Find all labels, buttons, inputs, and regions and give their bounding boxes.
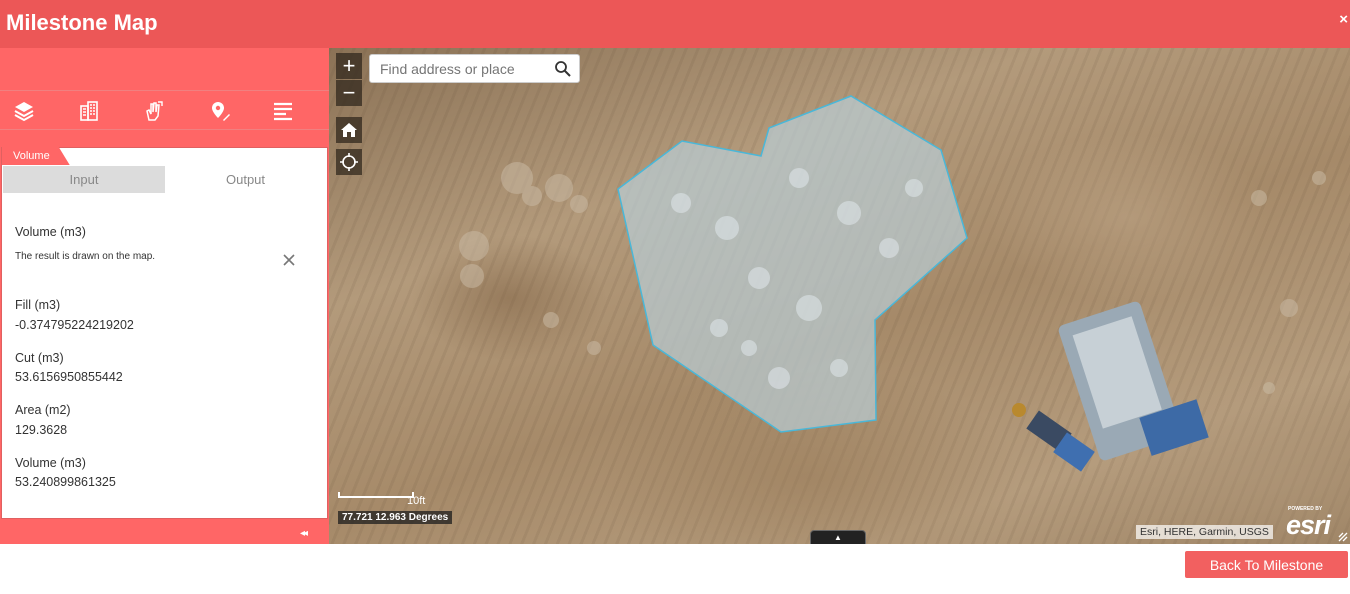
coordinates-readout: 77.721 12.963 Degrees xyxy=(338,511,453,524)
fill-label: Fill (m3) xyxy=(15,298,61,312)
widget-toolbar xyxy=(0,90,329,130)
aerial-imagery xyxy=(459,95,1326,472)
zoom-in-button[interactable]: + xyxy=(336,53,362,79)
dump-truck xyxy=(1058,301,1209,461)
panel-subtabs: Input Output xyxy=(3,166,326,193)
panel-tab-volume[interactable]: Volume xyxy=(2,147,70,165)
area-value: 129.3628 xyxy=(15,423,68,437)
clear-result-icon[interactable] xyxy=(281,252,297,268)
home-button[interactable] xyxy=(336,117,362,143)
result-note: The result is drawn on the map. xyxy=(15,251,156,262)
volume-panel: Volume Input Output Volume (m3) The resu… xyxy=(1,147,328,519)
search-icon[interactable] xyxy=(554,60,572,78)
app-title: Milestone Map xyxy=(6,10,158,35)
tab-input[interactable]: Input xyxy=(3,166,165,193)
map-attribution: Esri, HERE, Garmin, USGS xyxy=(1136,525,1273,539)
map-view[interactable]: + − 10ft 77.721 12.963 Degrees Esri, HER… xyxy=(329,48,1350,544)
expand-panel-button[interactable]: ▲ xyxy=(810,530,866,544)
locate-icon xyxy=(340,153,358,171)
list-icon[interactable] xyxy=(269,97,297,125)
volume-polygon[interactable] xyxy=(617,95,968,433)
volume-label: Volume (m3) xyxy=(15,456,86,470)
layers-icon[interactable] xyxy=(10,97,38,125)
cut-label: Cut (m3) xyxy=(15,351,64,365)
collapse-sidebar-button[interactable]: ◂◂ xyxy=(300,528,308,539)
esri-wordmark: esri xyxy=(1286,510,1331,540)
fill-value: -0.374795224219202 xyxy=(15,318,134,332)
pin-edit-icon[interactable] xyxy=(206,97,234,125)
back-to-milestone-button[interactable]: Back To Milestone xyxy=(1185,551,1348,578)
measure-hand-icon[interactable] xyxy=(139,97,167,125)
excavator xyxy=(1012,403,1095,472)
cut-value: 53.6156950855442 xyxy=(15,370,123,384)
resize-icon[interactable] xyxy=(1337,530,1349,542)
result-heading: Volume (m3) xyxy=(15,225,86,239)
sidebar: Volume Input Output Volume (m3) The resu… xyxy=(0,48,329,544)
volume-value: 53.240899861325 xyxy=(15,475,116,489)
search-box xyxy=(369,54,580,83)
search-input[interactable] xyxy=(380,61,550,77)
home-icon xyxy=(341,123,357,137)
scale-bar xyxy=(338,492,414,498)
title-bar: Milestone Map × xyxy=(0,0,1350,48)
scale-label: 10ft xyxy=(407,495,426,507)
tab-output[interactable]: Output xyxy=(165,166,326,193)
area-label: Area (m2) xyxy=(15,403,71,417)
locate-button[interactable] xyxy=(336,149,362,175)
zoom-out-button[interactable]: − xyxy=(336,80,362,106)
close-button[interactable]: × xyxy=(1339,11,1348,28)
building-icon[interactable] xyxy=(75,97,103,125)
